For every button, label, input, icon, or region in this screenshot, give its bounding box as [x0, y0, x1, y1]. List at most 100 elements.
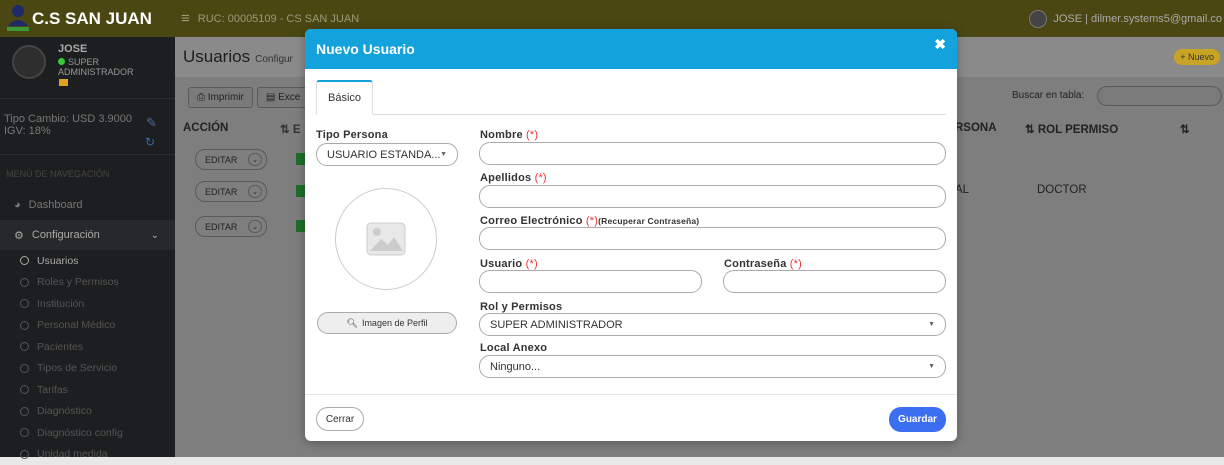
sidebar-subitem-label: Tipos de Servicio: [37, 362, 117, 374]
status-badge: [296, 220, 305, 232]
circle-icon: [20, 407, 29, 416]
sort-icon[interactable]: ⇅: [1180, 122, 1190, 136]
sidebar-item-configuracion[interactable]: ⚙ Configuración ⌄: [0, 220, 175, 250]
page-subtitle: Configur: [255, 54, 293, 65]
sidebar-subitem-diagnostico-config[interactable]: Diagnóstico config: [0, 422, 175, 444]
required-mark: (*): [586, 215, 598, 227]
sidebar-subitem-label: Roles y Permisos: [37, 276, 119, 288]
profile-role: SUPER ADMINISTRADOR: [58, 57, 175, 77]
nombre-label: Nombre (*): [480, 129, 538, 141]
rol-label: Rol y Permisos: [480, 301, 562, 313]
menu-toggle-icon[interactable]: ≡: [181, 10, 190, 27]
new-user-modal: Nuevo Usuario ✖ Básico Tipo Persona USUA…: [305, 29, 957, 441]
column-header-accion[interactable]: ACCIÓN: [183, 122, 228, 134]
column-header-label: E: [293, 124, 301, 136]
edit-label: EDITAR: [205, 187, 237, 197]
rol-select[interactable]: SUPER ADMINISTRADOR ▼: [479, 313, 946, 336]
online-status-icon: [58, 58, 65, 65]
modal-tabs: Básico: [316, 80, 946, 115]
column-header-rol[interactable]: ⇅ ROL PERMISO: [1025, 122, 1118, 136]
profile-image-placeholder: [335, 188, 437, 290]
usuario-input[interactable]: [479, 270, 702, 293]
user-menu[interactable]: JOSE | dilmer.systems5@gmail.co: [1029, 0, 1224, 37]
edit-dropdown-button[interactable]: EDITAR⌄: [195, 149, 267, 170]
modal-title: Nuevo Usuario: [316, 41, 415, 57]
column-header-estado[interactable]: ⇅ E: [280, 122, 301, 136]
refresh-icon[interactable]: ↻: [145, 135, 155, 149]
print-button[interactable]: ⎙ Imprimir: [188, 87, 253, 108]
brand[interactable]: C.S SAN JUAN: [0, 0, 175, 37]
close-icon[interactable]: ✖: [934, 36, 946, 53]
user-avatar: [1029, 10, 1047, 28]
profile-image-button[interactable]: 🔍︎ Imagen de Perfil: [317, 312, 457, 334]
caret-down-icon: ▼: [928, 363, 935, 370]
table-search-input[interactable]: [1097, 86, 1222, 106]
new-button[interactable]: + Nuevo: [1174, 49, 1220, 65]
status-badge: [296, 153, 305, 165]
local-anexo-select[interactable]: Ninguno... ▼: [479, 355, 946, 378]
sidebar-subitem-tipos-servicio[interactable]: Tipos de Servicio: [0, 358, 175, 380]
sidebar-subitem-label: Pacientes: [37, 341, 83, 353]
circle-icon: [20, 256, 29, 265]
sidebar-subitem-label: Tarifas: [37, 384, 68, 396]
sidebar-subitem-label: Personal Médico: [37, 319, 115, 331]
sidebar-subitem-usuarios[interactable]: Usuarios: [0, 250, 175, 272]
local-anexo-label: Local Anexo: [480, 342, 547, 354]
field-label-text: Contraseña: [724, 258, 787, 270]
caret-down-icon: ▼: [440, 151, 447, 158]
guardar-button[interactable]: Guardar: [889, 407, 946, 432]
edit-dropdown-button[interactable]: EDITAR⌄: [195, 216, 267, 237]
table-cell-persona: AL: [955, 184, 969, 196]
tipo-persona-label: Tipo Persona: [316, 129, 388, 141]
chevron-down-icon: ⌄: [248, 153, 262, 166]
circle-icon: [20, 450, 29, 459]
gears-icon: ⚙: [14, 229, 24, 242]
sidebar-subitem-unidad-medida[interactable]: Unidad medida: [0, 444, 175, 465]
required-mark: (*): [526, 258, 538, 270]
circle-icon: [20, 299, 29, 308]
excel-label: Exce: [278, 92, 300, 103]
field-label-text: Usuario: [480, 258, 522, 270]
logo-icon: [6, 4, 30, 32]
required-mark: (*): [526, 129, 538, 141]
profile-image-label: Imagen de Perfil: [362, 318, 428, 328]
excel-button[interactable]: ▤ Exce: [257, 87, 309, 108]
field-label-text: Correo Electrónico: [480, 215, 583, 227]
sidebar-item-dashboard[interactable]: ◕ Dashboard: [0, 190, 175, 220]
column-header-persona[interactable]: RSONA: [955, 122, 997, 134]
contrasena-label: Contraseña (*): [724, 258, 802, 270]
nombre-input[interactable]: [479, 142, 946, 165]
edit-dropdown-button[interactable]: EDITAR ⌄: [195, 181, 267, 202]
file-icon: ▤: [266, 92, 278, 103]
page-title: Usuarios: [183, 47, 250, 67]
apellidos-input[interactable]: [479, 185, 946, 208]
sidebar-subitem-personal[interactable]: Personal Médico: [0, 315, 175, 337]
search-icon: 🔍︎: [347, 318, 358, 329]
user-menu-label: JOSE | dilmer.systems5@gmail.co: [1053, 13, 1222, 25]
circle-icon: [20, 278, 29, 287]
sidebar-subitem-label: Diagnóstico: [37, 405, 92, 417]
sidebar-subitem-roles[interactable]: Roles y Permisos: [0, 272, 175, 294]
tab-basico[interactable]: Básico: [316, 80, 373, 115]
nav-header: MENÚ DE NAVEGACIÓN: [0, 155, 175, 190]
tipo-persona-select[interactable]: USUARIO ESTANDA... ▼: [316, 143, 458, 166]
sidebar-subitem-tarifas[interactable]: Tarifas: [0, 379, 175, 401]
chevron-down-icon: ⌄: [151, 230, 159, 241]
circle-icon: [20, 364, 29, 373]
modal-header: Nuevo Usuario ✖: [305, 29, 957, 69]
cerrar-button[interactable]: Cerrar: [316, 407, 364, 431]
sidebar-subitem-diagnostico[interactable]: Diagnóstico: [0, 401, 175, 423]
sidebar-subitem-pacientes[interactable]: Pacientes: [0, 336, 175, 358]
required-mark: (*): [535, 172, 547, 184]
correo-input[interactable]: [479, 227, 946, 250]
brand-name: C.S SAN JUAN: [32, 9, 152, 29]
column-header-label: ROL PERMISO: [1038, 124, 1118, 136]
sidebar-subitem-institucion[interactable]: Institución: [0, 293, 175, 315]
status-badge: [296, 185, 305, 197]
field-label-text: Nombre: [480, 129, 523, 141]
edit-pencil-icon[interactable]: ✎: [146, 115, 157, 131]
chevron-down-icon: ⌄: [248, 185, 262, 198]
image-icon: [366, 222, 406, 256]
recuperar-link[interactable]: (Recuperar Contraseña): [598, 216, 699, 226]
contrasena-input[interactable]: [723, 270, 946, 293]
